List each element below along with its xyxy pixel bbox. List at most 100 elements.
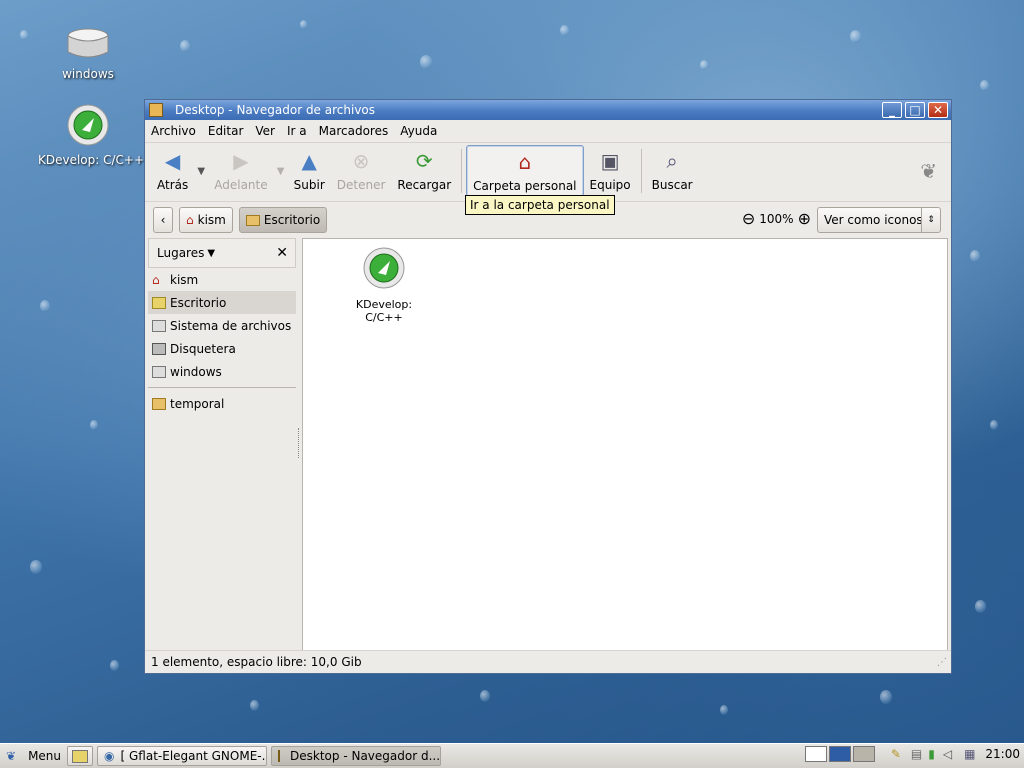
task-file-manager[interactable]: Desktop - Navegador d... [271, 746, 442, 766]
sidebar-item-floppy[interactable]: Disquetera [148, 337, 296, 360]
gnome-foot-icon: ❦ [920, 159, 937, 183]
toolbar-separator [640, 149, 642, 193]
workspace-1[interactable] [804, 746, 827, 762]
clock[interactable]: 21:00 [985, 747, 1020, 761]
floppy-icon [152, 342, 166, 355]
back-arrow-icon: ◀ [164, 149, 181, 173]
zoom-out-icon[interactable]: ⊖ [742, 209, 755, 228]
sidebar-item-temporal[interactable]: temporal [148, 392, 296, 415]
back-history-dropdown[interactable]: ▼ [194, 145, 208, 197]
menu-editar[interactable]: Editar [208, 124, 244, 138]
forward-history-dropdown[interactable]: ▼ [274, 145, 288, 197]
home-icon: ⌂ [186, 213, 194, 227]
workspace-2[interactable] [828, 746, 851, 762]
up-button[interactable]: ▲ Subir [288, 145, 331, 197]
menu-archivo[interactable]: Archivo [151, 124, 196, 138]
menu-ver[interactable]: Ver [255, 124, 275, 138]
chevron-down-icon: ▼ [207, 247, 216, 259]
stop-icon: ⊗ [352, 149, 370, 173]
drive-icon [67, 28, 109, 58]
calendar-icon[interactable]: ▦ [964, 747, 975, 761]
file-label: KDevelop: C/C++ [355, 298, 413, 324]
reload-button[interactable]: ⟳ Recargar [391, 145, 457, 197]
sidebar-item-escritorio[interactable]: Escritorio [148, 291, 296, 314]
volume-icon[interactable]: ◁ [943, 747, 952, 761]
folder-icon [278, 750, 281, 762]
desktop-icon-label: windows [62, 67, 114, 81]
computer-icon: ▣ [600, 149, 620, 173]
main-menu-button[interactable]: ❦ Menu [0, 749, 67, 763]
drive-icon [152, 319, 166, 332]
main-area: Lugares ▼ ✕ ⌂ kism Escritorio Sistema de… [148, 238, 948, 651]
zoom-in-icon[interactable]: ⊕ [798, 209, 811, 228]
gnome-foot-icon: ❦ [6, 749, 17, 763]
battery-icon[interactable]: ▮ [928, 747, 935, 761]
kdevelop-icon [363, 247, 405, 289]
path-button-escritorio[interactable]: Escritorio [238, 207, 328, 233]
clipboard-icon[interactable]: ▤ [911, 747, 922, 761]
search-icon: ⌕ [666, 149, 678, 173]
location-bar: ‹ ⌂ kism Escritorio Ir a la carpeta pers… [145, 195, 951, 238]
zoom-control: ⊖ 100% ⊕ [742, 209, 811, 228]
forward-arrow-icon: ▶ [233, 149, 249, 173]
desktop-icon-windows[interactable]: windows [56, 26, 120, 81]
menu-marcadores[interactable]: Marcadores [319, 124, 389, 138]
notes-icon[interactable]: ✎ [891, 747, 901, 761]
status-bar: 1 elemento, espacio libre: 10,0 Gib ⋰ [145, 650, 951, 673]
resize-grip-icon[interactable]: ⋰ [937, 657, 947, 668]
back-button[interactable]: ◀ Atrás [151, 145, 194, 197]
show-desktop-button[interactable] [67, 746, 94, 766]
toolbar: ◀ Atrás ▼ ▶ Adelante ▼ ▲ Subir ⊗ Detener… [145, 143, 951, 202]
folder-icon [149, 103, 163, 117]
close-icon[interactable]: ✕ [276, 245, 288, 261]
system-tray: ✎ ▤ ▮ ◁ ▦ 21:00 [804, 746, 1020, 762]
file-item[interactable]: KDevelop: C/C++ [339, 245, 429, 324]
desktop-folder-icon [152, 296, 166, 309]
kdevelop-icon [67, 104, 109, 146]
computer-button[interactable]: ▣ Equipo [584, 145, 637, 197]
reload-icon: ⟳ [415, 149, 433, 173]
tooltip: Ir a la carpeta personal [465, 195, 615, 215]
view-mode-label: Ver como iconos [824, 213, 923, 227]
menu-ir-a[interactable]: Ir a [287, 124, 307, 138]
zoom-level[interactable]: 100% [759, 212, 793, 226]
menu-ayuda[interactable]: Ayuda [400, 124, 437, 138]
sidebar-item-kism[interactable]: ⌂ kism [148, 268, 296, 291]
stop-button[interactable]: ⊗ Detener [331, 145, 392, 197]
home-button[interactable]: ⌂ Carpeta personal [466, 145, 584, 197]
search-button[interactable]: ⌕ Buscar [646, 145, 699, 197]
menu-bar: Archivo Editar Ver Ir a Marcadores Ayuda [145, 120, 951, 143]
title-bar[interactable]: Desktop - Navegador de archivos _ □ ✕ [145, 100, 951, 120]
home-icon: ⌂ [152, 272, 160, 287]
file-view[interactable]: KDevelop: C/C++ [302, 238, 948, 651]
folder-icon [245, 214, 260, 226]
path-button-kism[interactable]: ⌂ kism [179, 207, 233, 233]
forward-button[interactable]: ▶ Adelante [208, 145, 273, 197]
desktop-icon-kdevelop[interactable]: KDevelop: C/C++ [38, 102, 145, 167]
sidebar-header[interactable]: Lugares ▼ ✕ [148, 238, 296, 268]
view-mode-select[interactable]: Ver como iconos ⇕ [817, 207, 941, 233]
home-icon: ⌂ [518, 150, 532, 174]
maximize-button[interactable]: □ [905, 102, 925, 118]
workspace-3[interactable] [852, 746, 875, 762]
toolbar-separator [461, 149, 463, 193]
chevron-down-icon: ⇕ [921, 208, 940, 232]
up-arrow-icon: ▲ [301, 149, 317, 173]
sidebar-item-windows[interactable]: windows [148, 360, 296, 383]
file-manager-window: Desktop - Navegador de archivos _ □ ✕ Ar… [144, 99, 952, 674]
drive-icon [152, 365, 166, 378]
taskbar: ❦ Menu ◉ [ Gflat-Elegant GNOME-... Deskt… [0, 743, 1024, 768]
sidebar: Lugares ▼ ✕ ⌂ kism Escritorio Sistema de… [148, 238, 296, 651]
window-title: Desktop - Navegador de archivos [175, 103, 376, 117]
globe-icon: ◉ [104, 749, 115, 763]
desktop-icon [72, 749, 89, 763]
status-text: 1 elemento, espacio libre: 10,0 Gib [151, 655, 362, 669]
sidebar-item-filesystem[interactable]: Sistema de archivos [148, 314, 296, 337]
desktop-icon-label: KDevelop: C/C++ [38, 153, 145, 167]
minimize-button[interactable]: _ [882, 102, 902, 118]
task-gflat[interactable]: ◉ [ Gflat-Elegant GNOME-... [97, 746, 268, 766]
folder-icon [152, 397, 166, 410]
close-button[interactable]: ✕ [928, 102, 948, 118]
path-scroll-left-button[interactable]: ‹ [153, 207, 173, 233]
sidebar-separator [148, 387, 296, 388]
